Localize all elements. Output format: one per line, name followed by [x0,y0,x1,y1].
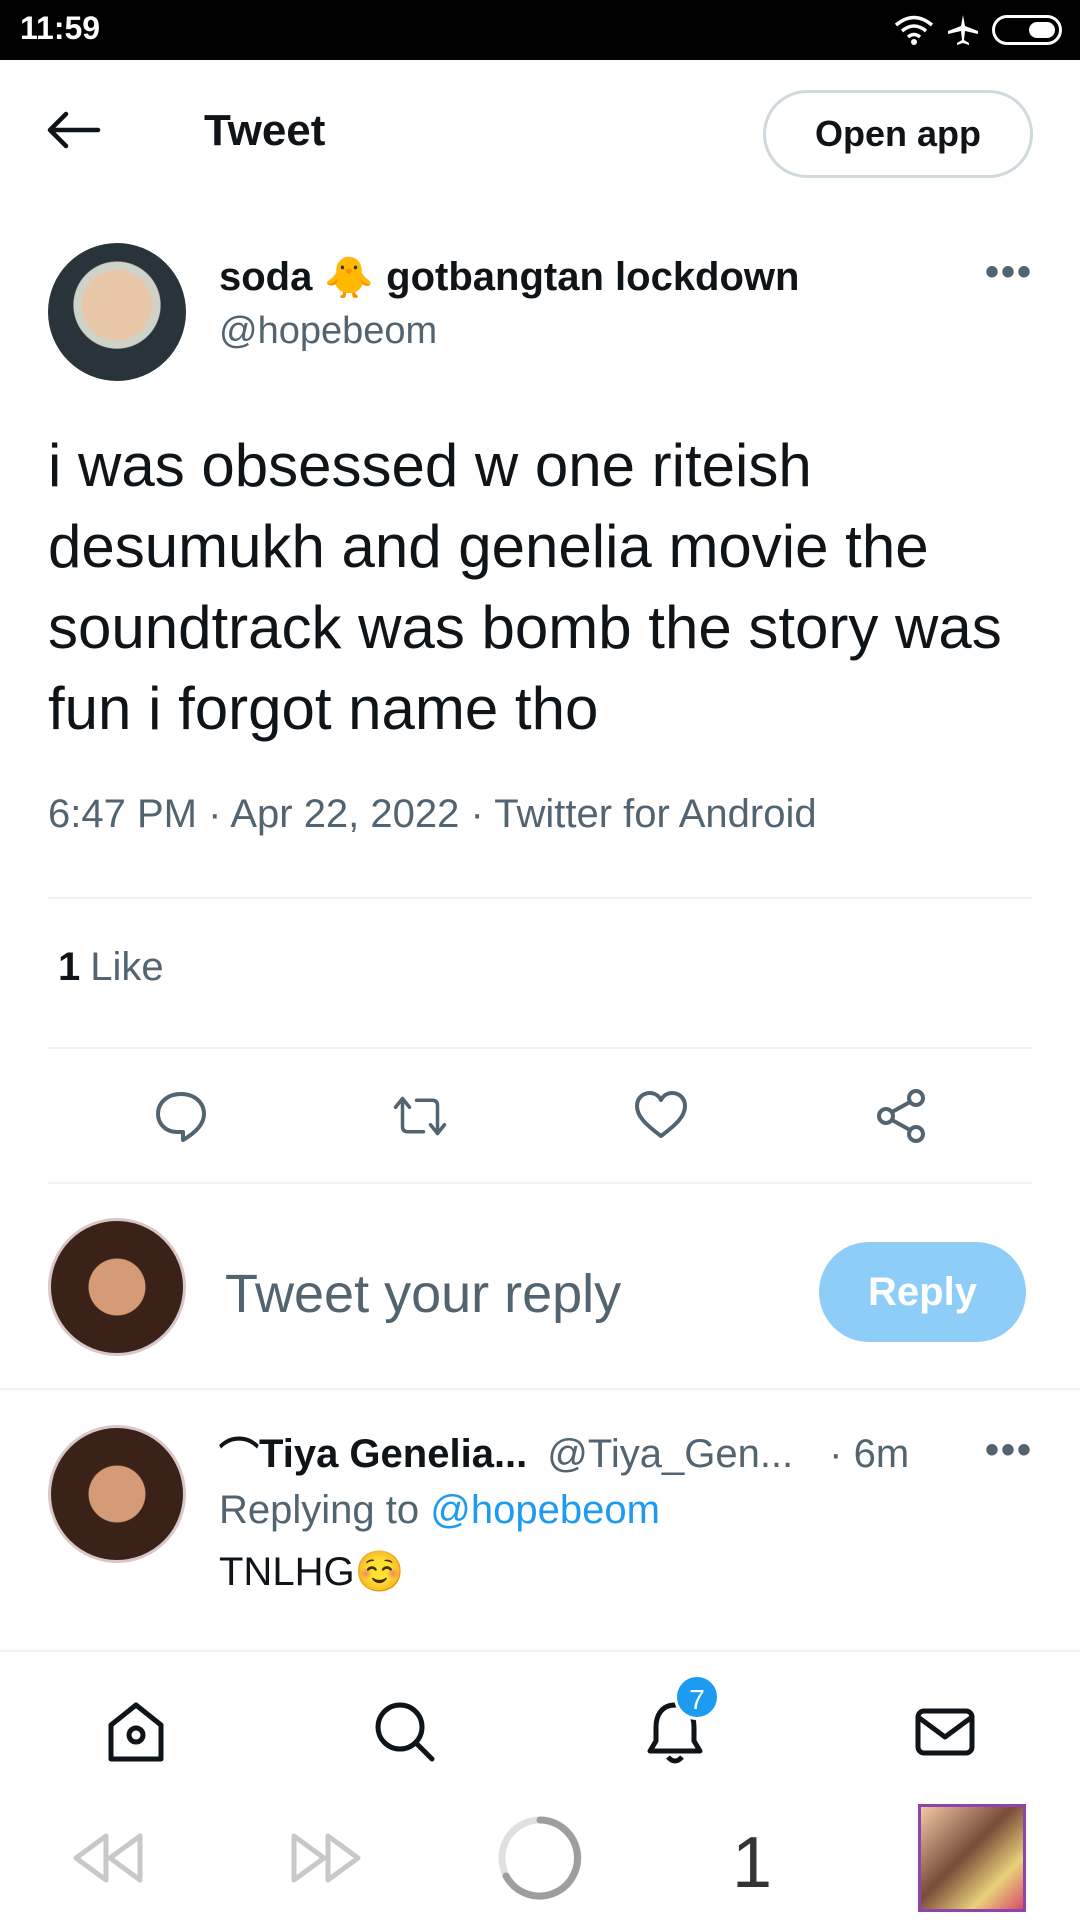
tab-count[interactable]: 1 [732,1822,772,1904]
browser-bar: 1 [0,1800,1080,1920]
home-icon[interactable] [101,1697,171,1767]
reply-text: TNLHG☺️ [219,1550,405,1594]
status-bar: 11:59 [0,0,1080,60]
divider [48,1047,1032,1049]
loading-icon[interactable] [496,1814,584,1902]
more-icon[interactable]: ••• [985,250,1033,295]
author-handle[interactable]: @hopebeom [219,310,437,353]
replying-label: Replying to [219,1488,420,1532]
reply-header: ⌒ Tiya Genelia... @Tiya_Gen... · 6m [219,1425,909,1483]
comment-icon[interactable] [153,1088,209,1144]
author-avatar[interactable] [48,243,186,381]
wifi-icon [894,15,934,45]
mail-icon[interactable] [910,1697,980,1767]
reply-input[interactable]: Tweet your reply [225,1263,621,1325]
my-avatar [48,1218,186,1356]
meta-separator: · [470,792,484,836]
like-count-number: 1 [58,945,81,989]
tweet-meta: 6:47 PM · Apr 22, 2022 · Twitter for And… [48,792,817,837]
reply-button[interactable]: Reply [819,1242,1026,1342]
reply-author-prefix: ⌒ [219,1436,259,1480]
rewind-icon[interactable] [70,1830,146,1886]
author-name-suffix: gotbangtan lockdown [386,255,800,299]
meta-separator: · [208,792,222,836]
profile-thumbnail[interactable] [918,1804,1026,1912]
reply-avatar[interactable] [48,1425,186,1563]
tweet-time: 6:47 PM [48,792,197,836]
search-icon[interactable] [370,1697,440,1767]
divider [48,1182,1032,1184]
retweet-icon[interactable] [392,1088,448,1144]
more-icon[interactable]: ••• [985,1428,1033,1473]
header: Tweet Open app [0,60,1080,200]
tweet-actions [0,1080,1080,1150]
reply-author-handle[interactable]: @Tiya_Gen... [547,1432,793,1477]
tweet-text: i was obsessed w one riteish desumukh an… [48,432,1002,742]
likes-count[interactable]: 1 Like [58,945,164,990]
author-name[interactable]: soda 🐥 gotbangtan lockdown [219,254,799,301]
page-title: Tweet [204,106,326,155]
reply-time: · 6m [829,1431,910,1476]
like-count-label: Like [90,945,164,989]
status-icons [894,12,1062,48]
battery-icon [992,15,1062,45]
heart-icon[interactable] [633,1088,689,1144]
author-name-text: soda [219,255,313,299]
tweet-date: Apr 22, 2022 [230,792,460,836]
forward-icon[interactable] [288,1830,364,1886]
tweet-source[interactable]: Twitter for Android [494,792,816,836]
chick-emoji: 🐥 [324,256,375,300]
status-time: 11:59 [20,10,101,46]
share-icon[interactable] [874,1088,930,1144]
notifications-badge: 7 [674,1674,720,1720]
bottom-nav: 7 [0,1650,1080,1800]
replying-mention[interactable]: @hopebeom [430,1488,660,1532]
arrow-left-icon[interactable] [46,110,102,150]
airplane-icon [948,15,978,45]
open-app-button[interactable]: Open app [763,90,1033,178]
replying-to: Replying to @hopebeom [219,1488,660,1533]
divider [0,1388,1080,1390]
divider [48,897,1032,899]
reply-author-name[interactable]: Tiya Genelia... [259,1432,527,1477]
